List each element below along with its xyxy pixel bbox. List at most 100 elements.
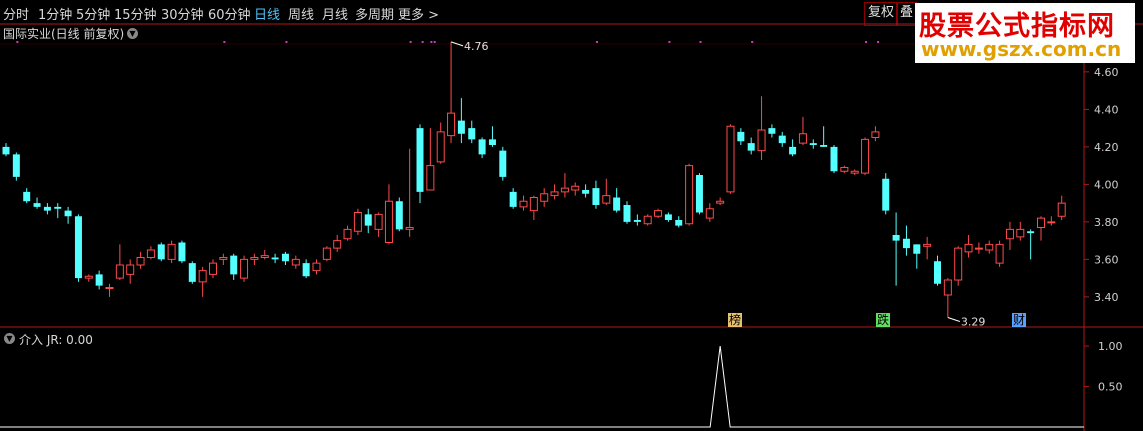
low-annotation-label: 3.29 [961,316,986,329]
indicator-tick-label-1: 0.50 [1098,381,1123,394]
candle-body-31 [322,247,331,260]
candle-body-66 [685,165,694,225]
candle-body-48 [499,150,507,177]
candle-body-25 [260,255,269,258]
event-dot-6-0 [668,41,671,43]
candle-body-69 [716,200,725,204]
candle-body-4 [43,206,51,211]
candle-body-30 [312,262,321,272]
event-dot-3-0 [409,41,412,43]
candle-body-81 [840,167,849,172]
candle-body-51 [529,197,538,212]
candle-body-37 [384,200,393,243]
price-tick-label-4: 3.80 [1094,216,1119,229]
candle-body-49 [509,191,517,207]
candle-body-13 [136,257,145,266]
candle-body-72 [747,143,755,151]
candle-body-54 [560,187,569,193]
candle-body-24 [250,257,259,260]
candle-body-76 [789,146,797,155]
event-dot-9-0 [865,41,868,43]
candle-body-8 [84,275,93,279]
event-dot-0-0 [16,41,19,43]
marker-bang[interactable]: 榜 [728,313,743,327]
candle-body-85 [882,178,890,211]
candle-body-22 [230,255,238,275]
candle-body-57 [592,188,600,205]
price-tick-label-2: 4.20 [1094,141,1119,154]
candle-body-62 [643,215,652,225]
candle-body-52 [540,193,549,202]
candle-body-40 [416,128,424,192]
candle-body-63 [654,210,663,217]
candle-body-44 [457,120,465,134]
candle-body-68 [705,208,714,219]
candle-body-101 [1047,221,1056,224]
event-dot-8-0 [751,41,754,43]
candle-body-36 [374,213,383,230]
price-tick-label-6: 3.40 [1094,291,1119,304]
watermark-url: www.gszx.com.cn [921,37,1122,61]
candle-body-87 [902,238,910,249]
candle-body-10 [105,287,114,289]
candle-body-45 [468,128,476,140]
candle-body-1 [12,154,20,177]
candle-body-61 [633,220,641,222]
candle-body-102 [1057,202,1066,217]
candle-body-7 [74,216,82,279]
event-dot-1-0 [223,41,226,43]
candle-body-23 [240,258,249,279]
candle-body-73 [757,129,766,152]
candle-body-97 [1005,228,1014,240]
candle-body-34 [353,212,362,232]
marker-die[interactable]: 跌 [876,313,891,327]
candle-body-60 [623,205,631,222]
candle-body-2 [23,191,31,202]
high-annotation-label: 4.76 [464,40,489,53]
candle-body-58 [602,195,611,204]
candle-body-77 [798,133,807,144]
candle-body-20 [209,262,217,275]
candle-body-21 [219,257,228,260]
candle-body-67 [695,175,703,213]
candle-body-56 [582,190,590,194]
candle-body-29 [302,263,310,277]
candle-body-93 [964,243,973,253]
candle-body-9 [95,274,103,286]
indicator-tick-label-0: 1.00 [1098,340,1123,353]
candle-body-33 [343,228,352,240]
low-annotation-arrow [947,317,961,322]
candle-body-19 [198,270,207,283]
marker-cai[interactable]: 财 [1012,313,1027,327]
candle-body-99 [1027,231,1035,234]
candle-body-38 [395,201,403,230]
candlestick-chart[interactable]: 4.60 4.40 4.20 4.00 3.80 3.60 3.40 4.76 3.29 1.00… [0,0,1143,431]
event-dot-7-0 [699,41,702,43]
candle-body-41 [426,165,435,191]
candle-body-84 [871,131,880,138]
jr-series-line [0,346,1084,428]
event-dot-4-0 [430,41,433,43]
candle-body-27 [281,253,289,262]
candle-body-50 [519,200,528,208]
candle-body-88 [913,244,921,254]
candle-body-71 [737,131,745,142]
candle-body-42 [436,131,445,163]
candle-body-64 [664,214,672,220]
price-tick-label-3: 4.00 [1094,178,1119,191]
candle-body-91 [943,279,952,296]
candle-body-70 [726,125,735,193]
candle-body-98 [1016,228,1025,238]
event-dot-2-0 [285,41,288,43]
candle-body-83 [861,138,870,174]
candle-body-46 [478,139,486,155]
candle-body-15 [157,244,165,260]
candle-body-28 [291,258,300,266]
candle-body-16 [167,243,176,260]
candle-body-94 [974,247,983,250]
candle-body-74 [768,128,776,134]
candle-body-92 [954,247,963,281]
candle-body-32 [333,240,342,249]
candle-body-35 [364,214,372,226]
candle-body-96 [995,243,1004,264]
